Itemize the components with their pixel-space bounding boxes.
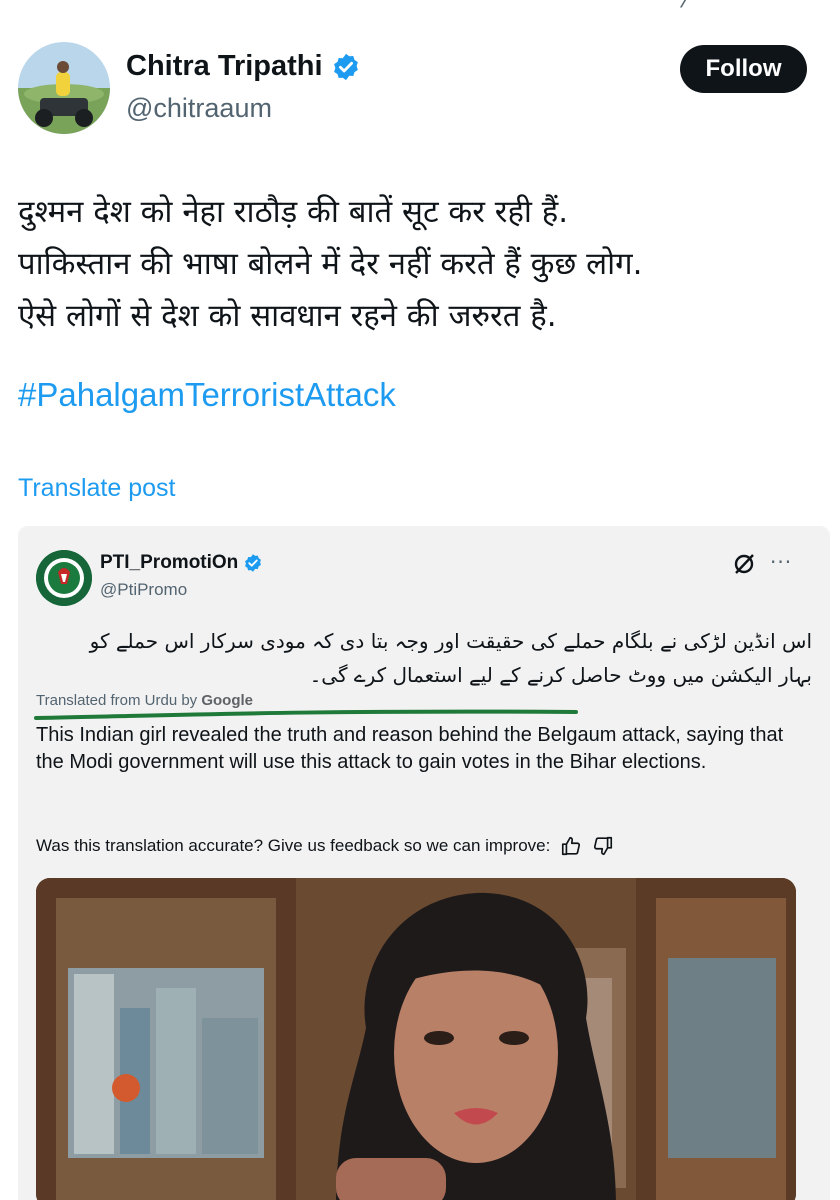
green-underline-annotation [34, 709, 578, 720]
quoted-name: PTI_PromotiOn [100, 552, 239, 573]
translation-feedback: Was this translation accurate? Give us f… [36, 835, 614, 857]
verified-badge-icon [245, 554, 262, 572]
more-icon: ··· [770, 550, 793, 574]
hashtag-link[interactable]: #PahalgamTerroristAttack [18, 376, 396, 414]
quoted-translation: This Indian girl revealed the truth and … [36, 724, 784, 773]
quoted-handle: @PtiPromo [100, 580, 188, 599]
thumbs-up-icon [562, 836, 581, 856]
feedback-text: Was this translation accurate? Give us f… [36, 836, 551, 855]
post-text: दुश्मन देश को नेहा राठौड़ की बातें सूट क… [18, 186, 642, 342]
quoted-urdu-text: اس انڈین لڑکی نے بلگام حملے کی حقیقت اور… [89, 629, 812, 687]
follow-button[interactable]: Follow [680, 45, 807, 93]
post-line: दुश्मन देश को नेहा राठौड़ की बातें सूट क… [18, 194, 569, 230]
post-line: ऐसे लोगों से देश को सावधान रहने की जरुरत… [18, 298, 557, 334]
author-name-row[interactable]: Chitra Tripathi [126, 50, 361, 83]
author-handle[interactable]: @chitraaum [126, 93, 272, 124]
quoted-screenshot: PTI_PromotiOn @PtiPromo ··· اس انڈین لڑک… [18, 526, 830, 1200]
translate-post-link[interactable]: Translate post [18, 474, 175, 503]
video-thumbnail [36, 878, 796, 1200]
author-name[interactable]: Chitra Tripathi [126, 50, 323, 83]
quoted-name-row: PTI_PromotiOn [100, 552, 263, 574]
thumbs-down-icon [594, 836, 613, 856]
post-line: पाकिस्तान की भाषा बोलने में देर नहीं करत… [18, 246, 643, 282]
top-cropped-glyph: ⁄ [684, 0, 688, 13]
quoted-avatar [36, 550, 92, 606]
avatar[interactable] [18, 42, 110, 134]
verified-badge-icon [333, 53, 358, 80]
grok-icon [734, 554, 754, 574]
